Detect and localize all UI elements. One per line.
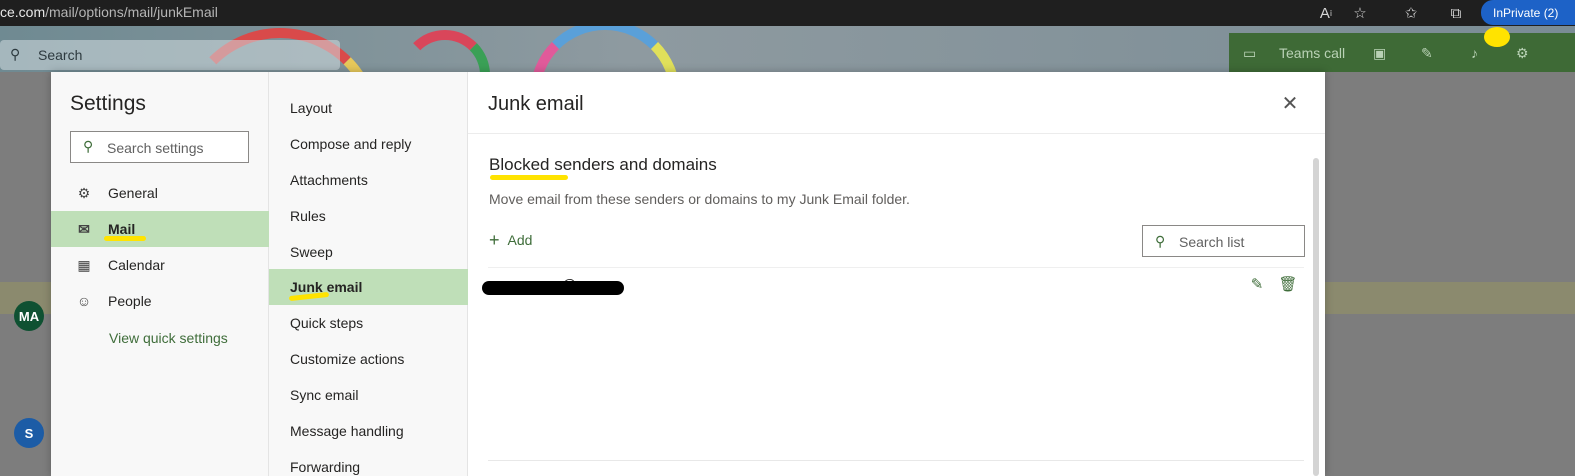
mail-subpages: Layout Compose and reply Attachments Rul… xyxy=(269,72,468,476)
search-icon: ⚲ xyxy=(83,138,94,154)
video-icon: ▭ xyxy=(1243,45,1257,61)
category-mail[interactable]: ✉ Mail xyxy=(51,211,269,247)
category-label: General xyxy=(108,185,158,201)
address-bar[interactable]: ce.com/mail/options/mail/junkEmail xyxy=(0,4,218,20)
gear-icon: ⚙ xyxy=(77,184,91,201)
section-title: Blocked senders and domains xyxy=(489,155,717,174)
settings-dialog: Settings ⚲ Search settings ⚙ General ✉ M… xyxy=(51,72,1325,476)
teams-call-label[interactable]: Teams call xyxy=(1279,45,1345,61)
category-label: Calendar xyxy=(108,257,165,273)
pane-title: Junk email xyxy=(488,93,584,115)
read-aloud-icon[interactable]: Aⅰ xyxy=(1316,3,1336,23)
scrollbar-thumb[interactable] xyxy=(1313,158,1319,476)
avatar: MA xyxy=(14,301,44,331)
edit-icon[interactable]: ✎ xyxy=(1247,274,1267,294)
highlight-mark xyxy=(1484,27,1510,47)
header-decoration xyxy=(530,26,680,72)
category-general[interactable]: ⚙ General xyxy=(51,175,269,211)
favorites-icon[interactable]: ✩ xyxy=(1401,3,1421,23)
highlight-mark xyxy=(490,175,568,180)
category-people[interactable]: ☺ People xyxy=(51,283,269,319)
subpage-compose-and-reply[interactable]: Compose and reply xyxy=(269,126,468,162)
settings-search-input[interactable]: ⚲ Search settings xyxy=(70,131,249,163)
divider xyxy=(488,267,1304,268)
subpage-sync-email[interactable]: Sync email xyxy=(269,377,468,413)
divider xyxy=(488,460,1304,461)
category-label: People xyxy=(108,293,152,309)
settings-search-placeholder: Search settings xyxy=(107,140,204,156)
blocked-sender-row: @ .com ✎ 🗑 xyxy=(482,272,1305,300)
view-quick-settings-link[interactable]: View quick settings xyxy=(109,330,228,346)
inprivate-badge[interactable]: InPrivate (2) xyxy=(1481,0,1575,25)
mail-icon: ✉ xyxy=(78,220,90,237)
search-list-input[interactable]: ⚲ Search list xyxy=(1142,225,1305,257)
delete-icon[interactable]: 🗑 xyxy=(1278,274,1298,294)
subpage-message-handling[interactable]: Message handling xyxy=(269,413,468,449)
browser-toolbar: ce.com/mail/options/mail/junkEmail Aⅰ ☆ … xyxy=(0,0,1575,26)
subpage-sweep[interactable]: Sweep xyxy=(269,234,468,270)
category-label: Mail xyxy=(108,221,136,237)
redaction-mark xyxy=(482,281,624,295)
add-button[interactable]: + Add xyxy=(489,230,533,250)
divider xyxy=(468,133,1325,134)
bell-icon[interactable]: ♪ xyxy=(1471,45,1478,61)
people-icon: ☺ xyxy=(76,293,92,309)
subpage-forwarding[interactable]: Forwarding xyxy=(269,449,468,476)
collections-icon[interactable]: ⧉ xyxy=(1446,3,1466,23)
header-decoration xyxy=(400,30,490,72)
subpage-customize-actions[interactable]: Customize actions xyxy=(269,341,468,377)
plus-icon: + xyxy=(489,230,500,250)
subpage-quick-steps[interactable]: Quick steps xyxy=(269,305,468,341)
settings-gear-icon[interactable]: ⚙ xyxy=(1516,45,1529,62)
pane-scrollbar[interactable] xyxy=(1310,138,1322,476)
section-description: Move email from these senders or domains… xyxy=(489,191,910,207)
add-favorite-icon[interactable]: ☆ xyxy=(1350,3,1370,23)
avatar: S xyxy=(14,418,44,448)
settings-title: Settings xyxy=(70,92,146,115)
search-list-placeholder: Search list xyxy=(1179,234,1245,250)
category-calendar[interactable]: ▦ Calendar xyxy=(51,247,269,283)
add-label: Add xyxy=(507,232,533,248)
search-icon: ⚲ xyxy=(10,46,21,62)
subpage-layout[interactable]: Layout xyxy=(269,90,468,126)
junk-email-pane: Junk email ✕ Blocked senders and domains… xyxy=(468,72,1325,476)
calendar-icon: ▦ xyxy=(77,256,91,273)
settings-categories: Settings ⚲ Search settings ⚙ General ✉ M… xyxy=(51,72,269,476)
search-icon: ⚲ xyxy=(1155,233,1166,249)
subpage-attachments[interactable]: Attachments xyxy=(269,162,468,198)
header-actions: ▭ Teams call ▣ ✎ ♪ ⚙ xyxy=(1229,33,1575,72)
note-icon[interactable]: ✎ xyxy=(1421,45,1433,62)
header-search-label: Search xyxy=(38,47,83,63)
highlight-mark xyxy=(104,236,146,241)
close-icon[interactable]: ✕ xyxy=(1279,92,1301,115)
subpage-rules[interactable]: Rules xyxy=(269,198,468,234)
header-search[interactable]: ⚲ Search xyxy=(0,40,340,70)
office-icon[interactable]: ▣ xyxy=(1373,45,1386,62)
url-path: /mail/options/mail/junkEmail xyxy=(45,4,218,20)
url-host: ce.com xyxy=(0,4,46,20)
